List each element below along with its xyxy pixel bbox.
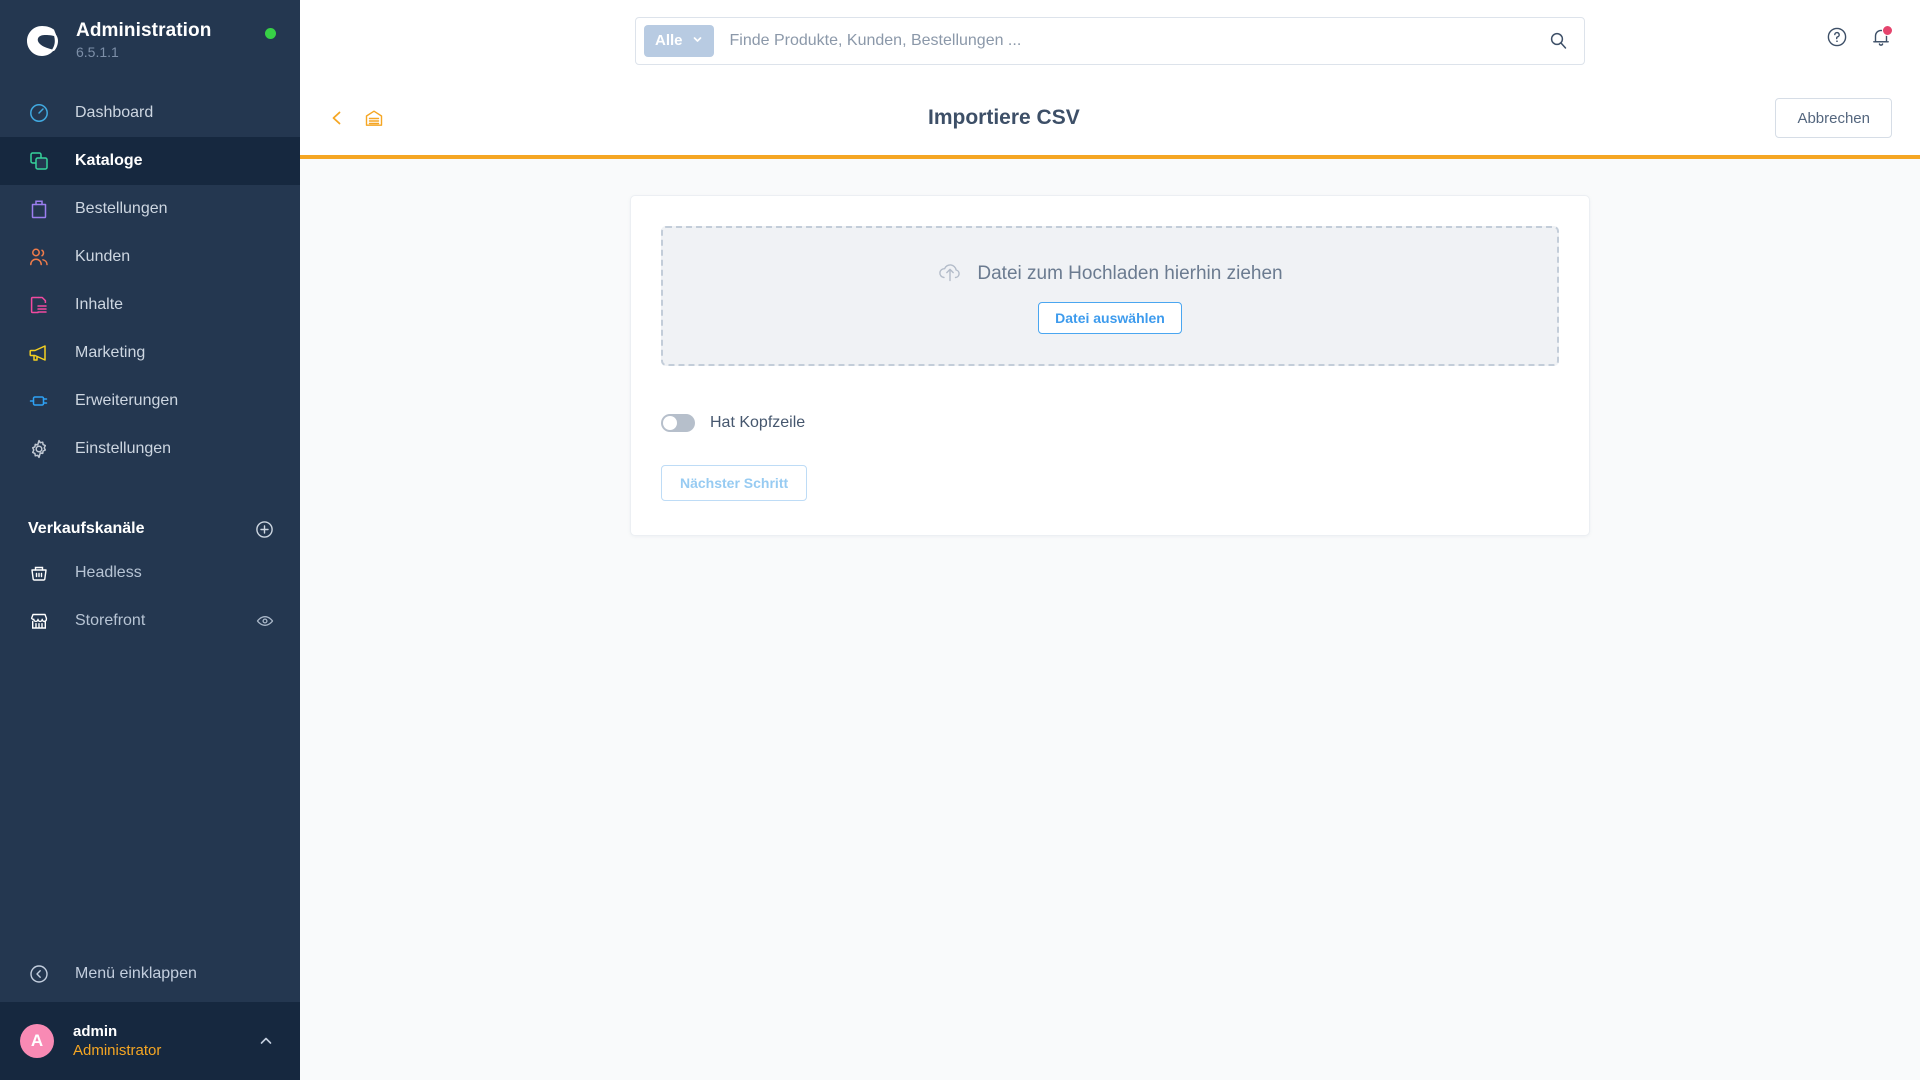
collapse-left-icon xyxy=(28,963,50,985)
sales-channels-title: Verkaufskanäle xyxy=(28,520,145,537)
storefront-icon xyxy=(28,610,50,632)
main-area: Alle Finde Produkte, Kunden, Bestellunge… xyxy=(300,0,1920,1080)
sidebar-item-label: Erweiterungen xyxy=(75,392,179,409)
import-card: Datei zum Hochladen hierhin ziehen Datei… xyxy=(630,195,1590,536)
sidebar-item-kataloge[interactable]: Kataloge xyxy=(0,137,300,185)
megaphone-icon xyxy=(28,342,50,364)
search-scope-label: Alle xyxy=(655,32,683,49)
sidebar-item-dashboard[interactable]: Dashboard xyxy=(0,89,300,137)
sidebar-item-label: Kunden xyxy=(75,248,131,265)
choose-file-button[interactable]: Datei auswählen xyxy=(1038,301,1182,334)
chevron-down-icon xyxy=(692,32,703,50)
sidebar-item-label: Marketing xyxy=(75,344,146,361)
orders-bag-icon xyxy=(28,198,50,220)
search-scope-selector[interactable]: Alle xyxy=(644,24,714,57)
dashboard-icon xyxy=(28,102,50,124)
page-header-left xyxy=(328,108,384,128)
search-input[interactable] xyxy=(729,31,1541,50)
user-name: admin xyxy=(73,1022,118,1040)
search-icon[interactable] xyxy=(1541,31,1576,50)
toggle-knob xyxy=(663,416,677,430)
chevron-left-icon[interactable] xyxy=(328,109,346,127)
user-menu[interactable]: A admin Administrator xyxy=(0,1002,300,1080)
search-box[interactable]: Alle xyxy=(635,16,1585,65)
sidebar-channel-label: Headless xyxy=(75,564,142,581)
user-role: Administrator xyxy=(73,1041,162,1059)
global-search: Alle xyxy=(635,16,1585,65)
plugin-icon xyxy=(28,390,50,412)
has-header-toggle[interactable] xyxy=(661,414,695,432)
has-header-row: Hat Kopfzeile xyxy=(661,414,1559,432)
dropzone-text: Datei zum Hochladen hierhin ziehen xyxy=(977,263,1283,284)
page-header-right: Abbrechen xyxy=(1775,98,1892,138)
has-header-label: Hat Kopfzeile xyxy=(710,414,806,431)
topbar: Alle xyxy=(300,0,1920,81)
bell-icon[interactable] xyxy=(1870,25,1893,48)
collapse-menu-label: Menü einklappen xyxy=(75,965,197,982)
dropzone-prompt: Datei zum Hochladen hierhin ziehen xyxy=(937,259,1283,290)
sidebar-item-label: Einstellungen xyxy=(75,440,172,457)
topbar-actions xyxy=(1826,25,1893,48)
user-meta: admin Administrator xyxy=(73,1022,161,1061)
app-root: Administration 6.5.1.1 Dashboard Katalog… xyxy=(0,0,1920,1080)
content-icon xyxy=(28,294,50,316)
sidebar-item-inhalte[interactable]: Inhalte xyxy=(0,281,300,329)
content-area: Datei zum Hochladen hierhin ziehen Datei… xyxy=(300,159,1920,1080)
avatar: A xyxy=(20,1024,54,1058)
sidebar-item-label: Kataloge xyxy=(75,152,143,169)
help-circle-icon[interactable] xyxy=(1826,26,1848,48)
gear-icon xyxy=(28,438,50,460)
basket-icon xyxy=(28,562,50,584)
sidebar-item-erweiterungen[interactable]: Erweiterungen xyxy=(0,377,300,425)
next-step-button[interactable]: Nächster Schritt xyxy=(661,465,808,501)
customers-icon xyxy=(28,246,50,268)
catalog-icon xyxy=(28,150,50,172)
brand-header[interactable]: Administration 6.5.1.1 xyxy=(0,0,300,75)
cloud-upload-icon xyxy=(937,259,963,290)
warehouse-icon[interactable] xyxy=(364,108,384,128)
sidebar-item-bestellungen[interactable]: Bestellungen xyxy=(0,185,300,233)
notification-badge xyxy=(1882,25,1893,36)
sidebar-channel-headless[interactable]: Headless xyxy=(0,549,300,597)
sidebar-footer: Menü einklappen A admin Administrator xyxy=(0,946,300,1080)
plus-circle-icon[interactable] xyxy=(255,520,274,539)
page-title: Importiere CSV xyxy=(928,106,1080,129)
page-header: Importiere CSV Abbrechen xyxy=(300,81,1920,155)
brand-title: Administration xyxy=(76,20,212,41)
status-online-dot xyxy=(265,28,276,39)
cancel-button[interactable]: Abbrechen xyxy=(1775,98,1892,138)
eye-icon[interactable] xyxy=(256,612,274,630)
sidebar-item-marketing[interactable]: Marketing xyxy=(0,329,300,377)
sidebar-item-einstellungen[interactable]: Einstellungen xyxy=(0,425,300,473)
sidebar-channel-storefront[interactable]: Storefront xyxy=(0,597,300,645)
sidebar-item-label: Dashboard xyxy=(75,104,154,121)
brand-version: 6.5.1.1 xyxy=(76,44,119,60)
sidebar: Administration 6.5.1.1 Dashboard Katalog… xyxy=(0,0,300,1080)
main-navigation: Dashboard Kataloge Bestellungen Kunden I… xyxy=(0,89,300,473)
sales-channels-header: Verkaufskanäle xyxy=(0,509,300,549)
sidebar-item-kunden[interactable]: Kunden xyxy=(0,233,300,281)
collapse-menu-button[interactable]: Menü einklappen xyxy=(0,946,300,1002)
chevron-up-icon[interactable] xyxy=(258,1033,274,1049)
sidebar-item-label: Inhalte xyxy=(75,296,124,313)
file-dropzone[interactable]: Datei zum Hochladen hierhin ziehen Datei… xyxy=(661,226,1559,366)
shopware-logo-icon xyxy=(22,21,62,61)
sidebar-channel-label: Storefront xyxy=(75,612,146,629)
sidebar-item-label: Bestellungen xyxy=(75,200,168,217)
